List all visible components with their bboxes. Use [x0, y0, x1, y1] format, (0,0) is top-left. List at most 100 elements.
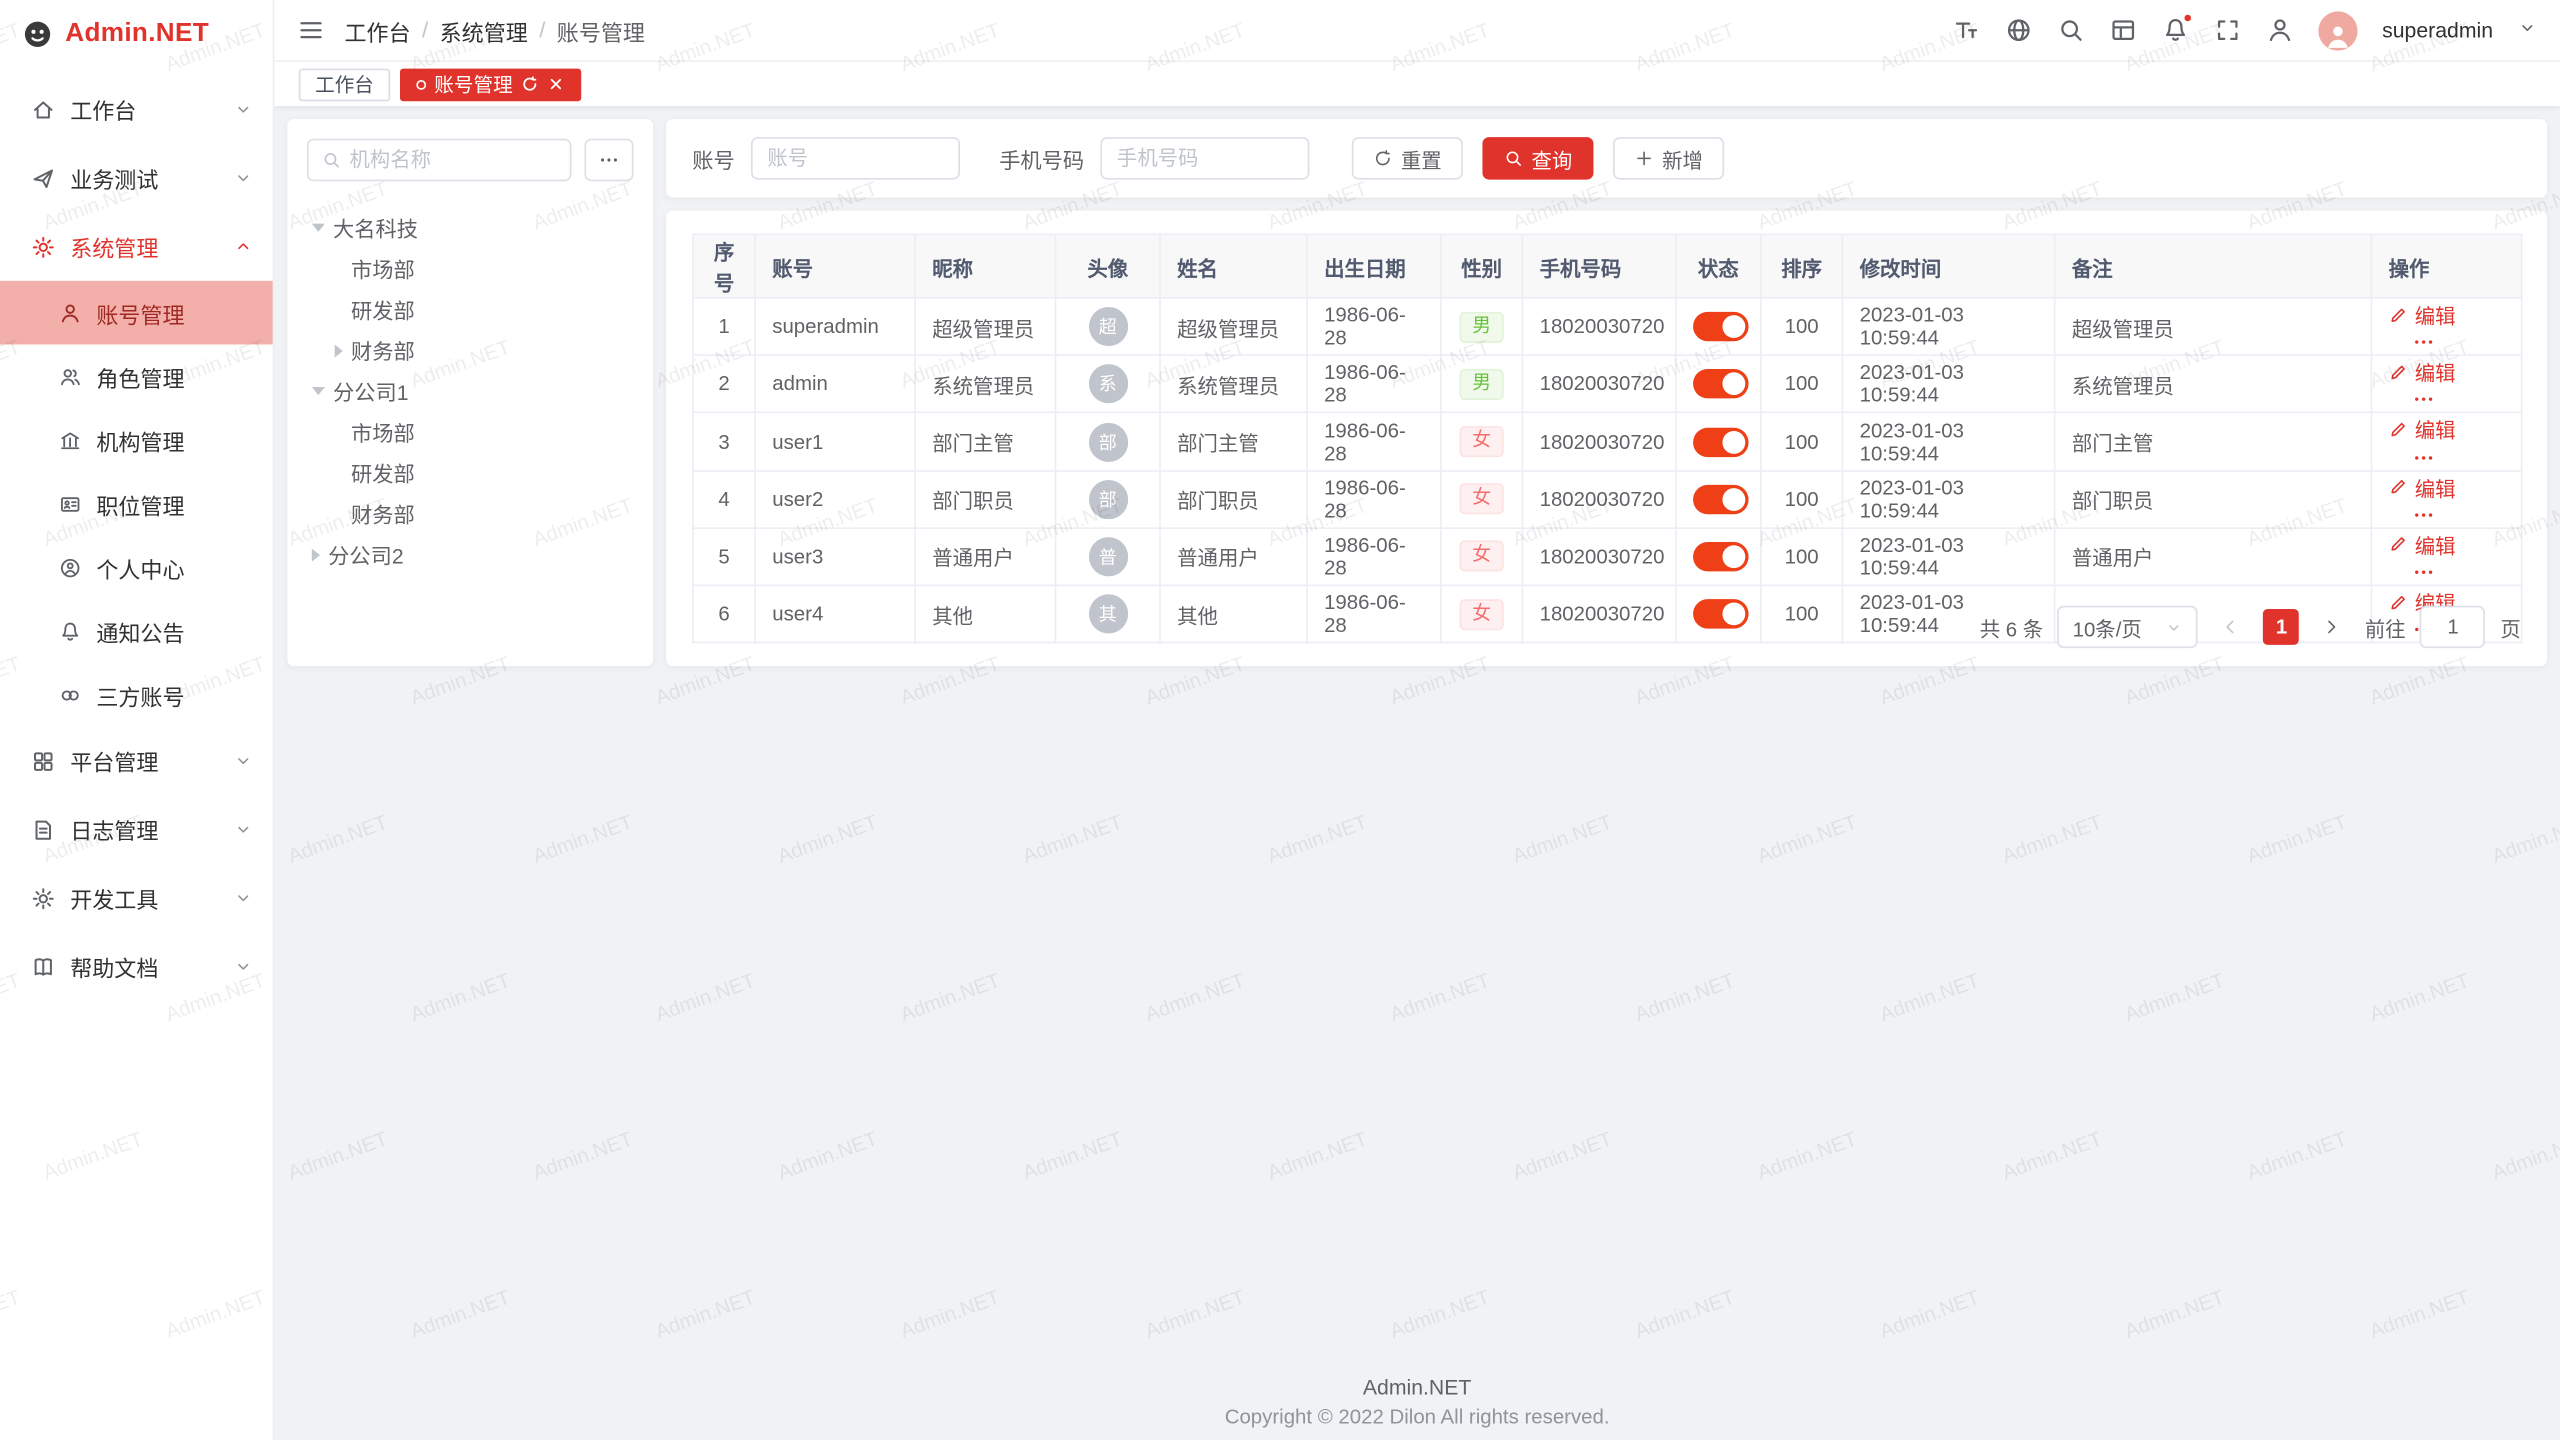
sidebar-menu: 工作台 业务测试 系统管理 账号管理 角色管理	[0, 69, 273, 1001]
sidebar-item-business-test[interactable]: 业务测试	[0, 144, 273, 213]
main-content: 大名科技 市场部 研发部 财务部 分公司1	[274, 106, 2560, 1440]
caret-expanded-icon[interactable]	[312, 387, 325, 395]
row-more-button[interactable]	[2411, 330, 2435, 354]
page-size-select[interactable]: 10条/页	[2058, 606, 2198, 648]
tab-refresh-icon[interactable]	[521, 75, 539, 93]
row-avatar: 部	[1088, 422, 1127, 461]
row-more-button[interactable]	[2411, 503, 2435, 527]
username[interactable]: superadmin	[2382, 18, 2493, 42]
cell-birth-date: 1986-06-28	[1307, 298, 1441, 355]
user-avatar[interactable]	[2318, 11, 2357, 50]
tab-close-icon[interactable]	[547, 75, 565, 93]
breadcrumb-item[interactable]: 系统管理	[440, 14, 528, 47]
status-toggle[interactable]	[1693, 427, 1749, 456]
column-header: 排序	[1761, 234, 1843, 298]
sidebar-item-label: 系统管理	[70, 230, 158, 263]
sidebar-item-role-management[interactable]: 角色管理	[0, 344, 273, 408]
language-icon[interactable]	[2005, 16, 2033, 44]
sidebar-item-label: 个人中心	[96, 551, 184, 584]
account-input[interactable]	[751, 137, 960, 179]
query-button[interactable]: 查询	[1483, 137, 1594, 179]
sidebar-item-label: 三方账号	[96, 678, 184, 711]
org-more-button[interactable]	[584, 139, 633, 181]
tab-workbench[interactable]: 工作台	[299, 68, 390, 101]
edit-button[interactable]: 编辑	[2389, 356, 2456, 387]
cell-remark: 部门职员	[2055, 470, 2372, 527]
fullscreen-icon[interactable]	[2214, 16, 2242, 44]
book-icon	[31, 954, 55, 978]
account-table-panel: 序号 账号 昵称 头像 姓名 出生日期 性别 手机号码 状态 排序 修改时间 备…	[666, 211, 2547, 667]
sidebar-item-help-docs[interactable]: 帮助文档	[0, 932, 273, 1001]
sidebar-item-dev-tools[interactable]: 开发工具	[0, 864, 273, 933]
sidebar-item-org-management[interactable]: 机构管理	[0, 408, 273, 472]
tree-node[interactable]: 分公司2	[307, 534, 634, 575]
sidebar-item-personal-center[interactable]: 个人中心	[0, 536, 273, 600]
add-button[interactable]: 新增	[1613, 137, 1724, 179]
sidebar-item-account-management[interactable]: 账号管理	[0, 281, 273, 345]
status-toggle[interactable]	[1693, 312, 1749, 341]
layout-theme-icon[interactable]	[2109, 16, 2137, 44]
edit-button[interactable]: 编辑	[2389, 471, 2456, 502]
breadcrumb-item[interactable]: 工作台	[344, 14, 410, 47]
org-search-field	[307, 139, 571, 181]
cell-sort: 100	[1761, 470, 1843, 527]
chevron-down-icon	[233, 820, 253, 840]
column-header: 操作	[2371, 234, 2521, 298]
edit-button[interactable]: 编辑	[2389, 299, 2456, 330]
sidebar-item-notice[interactable]: 通知公告	[0, 599, 273, 663]
caret-collapsed-icon[interactable]	[312, 548, 320, 561]
reset-button[interactable]: 重置	[1352, 137, 1463, 179]
caret-collapsed-icon[interactable]	[335, 344, 343, 357]
phone-input[interactable]	[1100, 137, 1309, 179]
cell-remark: 超级管理员	[2055, 298, 2372, 355]
notification-bell-icon[interactable]	[2162, 16, 2190, 44]
prev-page-button[interactable]	[2213, 609, 2249, 645]
sidebar-item-workbench[interactable]: 工作台	[0, 75, 273, 144]
chevron-down-icon[interactable]	[2518, 16, 2538, 44]
gender-badge: 男	[1459, 369, 1504, 400]
sidebar-item-platform-management[interactable]: 平台管理	[0, 727, 273, 796]
next-page-button[interactable]	[2314, 609, 2350, 645]
user-circle-icon	[59, 556, 82, 579]
row-more-button[interactable]	[2411, 445, 2435, 469]
sidebar-item-system-management[interactable]: 系统管理	[0, 212, 273, 281]
tree-node[interactable]: 市场部	[307, 411, 634, 452]
tree-node[interactable]: 财务部	[307, 493, 634, 534]
tree-node[interactable]: 财务部	[307, 330, 634, 371]
current-page-button[interactable]: 1	[2264, 609, 2300, 645]
edit-pen-icon	[2389, 534, 2409, 554]
cell-phone: 18020030720	[1522, 585, 1675, 642]
search-icon[interactable]	[2057, 16, 2085, 44]
account-table: 序号 账号 昵称 头像 姓名 出生日期 性别 手机号码 状态 排序 修改时间 备…	[692, 233, 2522, 643]
org-search-input[interactable]	[349, 149, 556, 172]
link-rings-icon	[59, 683, 82, 706]
cell-index: 4	[693, 470, 755, 527]
tree-node[interactable]: 分公司1	[307, 371, 634, 412]
sidebar-item-log-management[interactable]: 日志管理	[0, 795, 273, 864]
status-toggle[interactable]	[1693, 542, 1749, 571]
tree-node[interactable]: 市场部	[307, 248, 634, 289]
edit-button[interactable]: 编辑	[2389, 414, 2456, 445]
cell-nickname: 超级管理员	[915, 298, 1055, 355]
row-more-button[interactable]	[2411, 560, 2435, 584]
profile-icon[interactable]	[2266, 16, 2294, 44]
tree-node[interactable]: 研发部	[307, 452, 634, 493]
status-toggle[interactable]	[1693, 599, 1749, 628]
row-more-button[interactable]	[2411, 388, 2435, 412]
goto-page-input[interactable]	[2420, 606, 2485, 648]
tree-node[interactable]: 研发部	[307, 289, 634, 330]
font-size-icon[interactable]	[1953, 16, 1981, 44]
tree-node[interactable]: 大名科技	[307, 207, 634, 248]
status-toggle[interactable]	[1693, 484, 1749, 513]
app-logo[interactable]: Admin.NET	[0, 0, 273, 69]
menu-fold-icon[interactable]	[297, 16, 325, 44]
tab-account-management[interactable]: 账号管理	[400, 68, 581, 101]
column-header: 备注	[2055, 234, 2372, 298]
status-toggle[interactable]	[1693, 369, 1749, 398]
sidebar-item-position-management[interactable]: 职位管理	[0, 472, 273, 536]
column-header: 姓名	[1160, 234, 1307, 298]
edit-button[interactable]: 编辑	[2389, 529, 2456, 560]
id-card-icon	[59, 492, 82, 515]
caret-expanded-icon[interactable]	[312, 224, 325, 232]
sidebar-item-third-party-account[interactable]: 三方账号	[0, 663, 273, 727]
